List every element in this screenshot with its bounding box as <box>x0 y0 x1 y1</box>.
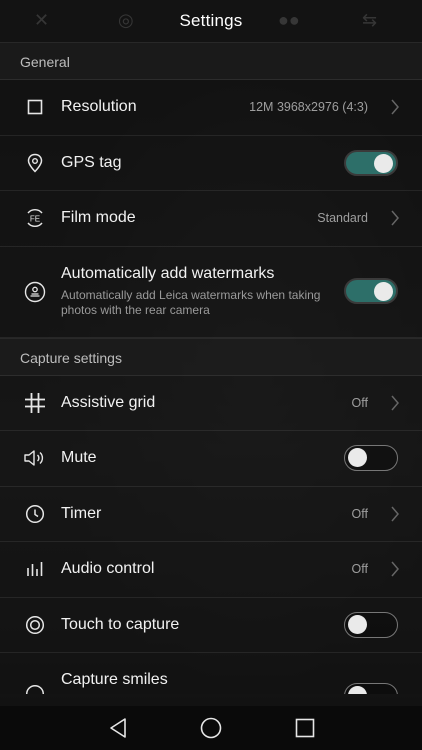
setting-timer[interactable]: Timer Off <box>0 487 422 542</box>
setting-capture-smiles[interactable]: Capture smiles <box>0 653 422 694</box>
back-triangle-icon[interactable] <box>106 716 130 740</box>
smile-icon <box>22 681 48 694</box>
toggle-knob <box>374 153 393 173</box>
page-title: Settings <box>179 11 243 30</box>
settings-list[interactable]: General Resolution 12M 3968x2976 (4:3) G… <box>0 42 422 694</box>
mode-toggle-icon: ●● <box>278 10 300 30</box>
setting-touch-to-capture[interactable]: Touch to capture <box>0 598 422 653</box>
setting-label: GPS tag <box>61 153 122 171</box>
chevron-right-icon <box>391 506 399 522</box>
setting-value: Standard <box>317 211 368 226</box>
chevron-right-icon <box>391 395 399 411</box>
setting-value: 12M 3968x2976 (4:3) <box>249 100 368 115</box>
chevron-right-icon <box>391 210 399 226</box>
clock-icon <box>22 501 48 527</box>
capture-smiles-toggle[interactable] <box>344 683 398 694</box>
gps-tag-toggle[interactable] <box>344 149 398 176</box>
setting-value: Off <box>351 395 368 410</box>
settings-header: ✕ ◎ Settings ●● ⇆ <box>0 0 422 42</box>
flash-off-icon: ✕ <box>34 10 50 30</box>
system-navigation-bar <box>0 706 422 750</box>
chevron-right-icon <box>391 99 399 115</box>
audio-bars-icon <box>22 556 48 582</box>
setting-label: Touch to capture <box>61 615 180 633</box>
aperture-icon: ◎ <box>118 10 134 30</box>
setting-assistive-grid[interactable]: Assistive grid Off <box>0 376 422 431</box>
mute-toggle[interactable] <box>344 445 398 472</box>
target-icon <box>22 612 48 638</box>
recents-square-icon[interactable] <box>293 716 317 740</box>
watermark-stamp-icon <box>22 279 48 305</box>
watermarks-toggle[interactable] <box>344 277 398 304</box>
setting-watermarks[interactable]: Automatically add watermarks Automatical… <box>0 247 422 338</box>
touch-to-capture-toggle[interactable] <box>344 611 398 638</box>
location-pin-icon <box>22 150 48 176</box>
setting-label: Audio control <box>61 560 155 578</box>
toggle-knob <box>348 448 367 468</box>
film-fe-icon: FE <box>22 205 48 231</box>
setting-value: Off <box>351 506 368 521</box>
chevron-right-icon <box>391 561 399 577</box>
setting-label: Assistive grid <box>61 393 156 411</box>
setting-gps-tag[interactable]: GPS tag <box>0 136 422 191</box>
setting-audio-control[interactable]: Audio control Off <box>0 542 422 598</box>
setting-description: Automatically add Leica watermarks when … <box>61 287 321 317</box>
toggle-knob <box>348 686 367 694</box>
setting-label: Automatically add watermarks <box>61 264 275 282</box>
setting-mute[interactable]: Mute <box>0 431 422 487</box>
section-general: General <box>0 42 422 80</box>
square-icon <box>22 94 48 120</box>
section-capture: Capture settings <box>0 337 422 376</box>
svg-text:FE: FE <box>30 215 40 224</box>
setting-film-mode[interactable]: FE Film mode Standard <box>0 191 422 247</box>
setting-value: Off <box>351 562 368 577</box>
toggle-knob <box>374 281 393 301</box>
switch-camera-icon: ⇆ <box>362 10 378 30</box>
setting-resolution[interactable]: Resolution 12M 3968x2976 (4:3) <box>0 80 422 136</box>
grid-icon <box>22 390 48 416</box>
setting-label: Capture smiles <box>61 671 168 688</box>
setting-label: Mute <box>61 449 97 467</box>
toggle-knob <box>348 614 367 634</box>
setting-label: Timer <box>61 504 102 522</box>
setting-label: Film mode <box>61 209 136 227</box>
speaker-icon <box>22 445 48 471</box>
home-circle-icon[interactable] <box>199 716 223 740</box>
